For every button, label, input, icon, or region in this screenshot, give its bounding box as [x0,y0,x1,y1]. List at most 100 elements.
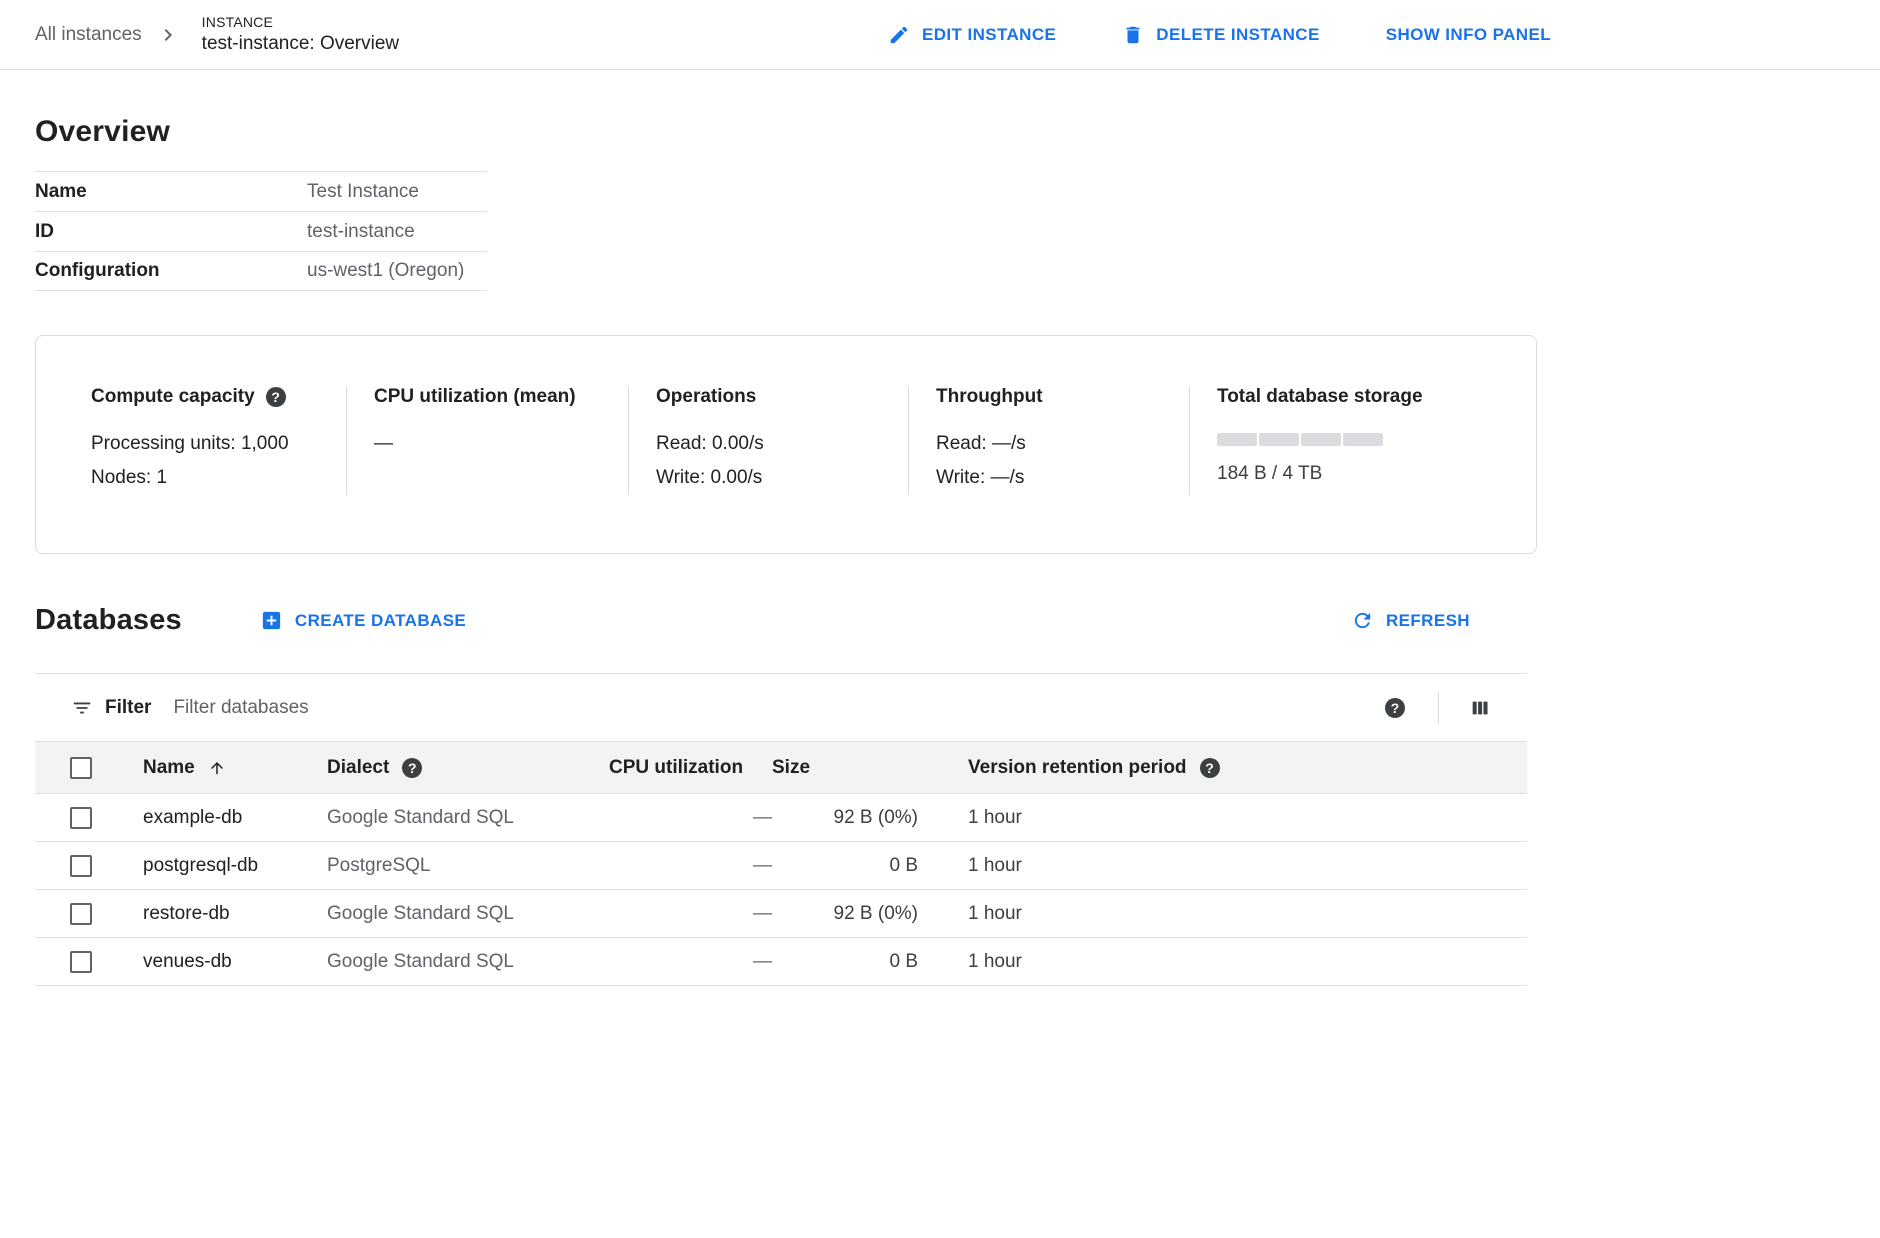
database-cpu: — [609,842,772,890]
throughput-read-value: Read: —/s [936,427,1161,461]
metric-title-text: Total database storage [1217,386,1423,408]
header-actions: EDIT INSTANCE DELETE INSTANCE SHOW INFO … [888,24,1551,46]
table-row[interactable]: postgresql-db PostgreSQL — 0 B 1 hour [35,842,1527,890]
breadcrumb-all-instances-link[interactable]: All instances [35,24,142,46]
refresh-button[interactable]: REFRESH [1351,609,1470,632]
row-checkbox[interactable] [70,807,92,829]
database-cpu: — [609,938,772,986]
database-retention: 1 hour [918,938,1527,986]
page-header: All instances INSTANCE test-instance: Ov… [0,0,1880,70]
database-dialect: Google Standard SQL [309,938,609,986]
detail-label: Name [35,181,307,203]
refresh-label: REFRESH [1386,611,1470,631]
edit-instance-label: EDIT INSTANCE [922,25,1056,45]
database-cpu: — [609,794,772,842]
metric-values: Processing units: 1,000 Nodes: 1 [91,427,291,495]
detail-value: Test Instance [307,181,419,203]
metric-title-text: CPU utilization (mean) [374,386,576,408]
storage-bar-segment [1259,433,1299,446]
database-name-link[interactable]: postgresql-db [125,842,309,890]
refresh-icon [1351,609,1374,632]
table-header-row: Name Dialect ? CPU utilization [35,742,1527,794]
instance-details-table: Name Test Instance ID test-instance Conf… [35,171,487,291]
create-database-label: CREATE DATABASE [295,611,466,631]
database-name-link[interactable]: restore-db [125,890,309,938]
metric-title: Compute capacity ? [91,386,318,408]
chevron-right-icon [156,23,180,47]
database-retention: 1 hour [918,842,1527,890]
storage-usage-bar [1217,433,1508,446]
database-name-link[interactable]: example-db [125,794,309,842]
metrics-card: Compute capacity ? Processing units: 1,0… [35,335,1537,554]
detail-label: ID [35,221,307,243]
metric-values: Read: —/s Write: —/s [936,427,1161,495]
page-title-breadcrumb: test-instance: Overview [202,33,399,55]
delete-instance-button[interactable]: DELETE INSTANCE [1122,24,1319,46]
breadcrumb-current: INSTANCE test-instance: Overview [202,14,399,55]
breadcrumb: All instances INSTANCE test-instance: Ov… [35,14,399,55]
database-size: 92 B (0%) [772,794,918,842]
select-all-checkbox[interactable] [70,757,92,779]
column-header-size[interactable]: Size [772,757,810,778]
metric-compute-capacity: Compute capacity ? Processing units: 1,0… [91,386,346,495]
help-icon[interactable]: ? [1385,698,1405,718]
detail-label: Configuration [35,260,307,282]
row-checkbox[interactable] [70,951,92,973]
metric-title: Operations [656,386,880,408]
help-icon[interactable]: ? [402,758,422,778]
table-row[interactable]: restore-db Google Standard SQL — 92 B (0… [35,890,1527,938]
column-label: Version retention period [968,757,1187,779]
database-retention: 1 hour [918,890,1527,938]
metric-total-storage: Total database storage 184 B / 4 TB [1189,386,1536,495]
metric-values: — [374,427,600,461]
show-info-panel-button[interactable]: SHOW INFO PANEL [1386,25,1551,45]
databases-filter-bar: Filter ? [35,673,1527,741]
detail-row-id: ID test-instance [35,211,487,251]
help-icon[interactable]: ? [266,387,286,407]
metric-values: Read: 0.00/s Write: 0.00/s [656,427,880,495]
database-name-link[interactable]: venues-db [125,938,309,986]
overview-heading: Overview [35,115,1880,149]
metric-cpu-utilization: CPU utilization (mean) — [346,386,628,495]
column-header-dialect[interactable]: Dialect ? [327,757,422,779]
column-header-version-retention[interactable]: Version retention period ? [968,757,1220,779]
database-dialect: PostgreSQL [309,842,609,890]
show-info-panel-label: SHOW INFO PANEL [1386,25,1551,45]
metric-title: Total database storage [1217,386,1508,408]
edit-instance-button[interactable]: EDIT INSTANCE [888,24,1056,46]
column-label: Dialect [327,757,389,779]
filter-databases-input[interactable] [173,697,1385,719]
column-header-cpu-utilization[interactable]: CPU utilization [609,757,743,778]
operations-write-value: Write: 0.00/s [656,461,880,495]
metric-title: Throughput [936,386,1161,408]
database-size: 0 B [772,842,918,890]
column-label: Name [143,757,195,779]
column-display-options-icon[interactable] [1469,697,1491,719]
metric-throughput: Throughput Read: —/s Write: —/s [908,386,1189,495]
row-checkbox[interactable] [70,903,92,925]
database-retention: 1 hour [918,794,1527,842]
filter-icon [71,697,93,719]
filter-label: Filter [105,697,151,719]
trash-icon [1122,24,1144,46]
detail-row-name: Name Test Instance [35,171,487,211]
databases-heading: Databases [35,604,182,637]
sort-ascending-icon [208,759,226,777]
database-size: 0 B [772,938,918,986]
operations-read-value: Read: 0.00/s [656,427,880,461]
table-row[interactable]: venues-db Google Standard SQL — 0 B 1 ho… [35,938,1527,986]
database-dialect: Google Standard SQL [309,794,609,842]
metric-operations: Operations Read: 0.00/s Write: 0.00/s [628,386,908,495]
row-checkbox[interactable] [70,855,92,877]
databases-table: Name Dialect ? CPU utilization [35,741,1527,986]
create-database-button[interactable]: CREATE DATABASE [260,609,466,632]
instance-kicker: INSTANCE [202,14,399,30]
storage-bar-segment [1217,433,1257,446]
help-icon[interactable]: ? [1200,758,1220,778]
metric-title-text: Compute capacity [91,386,255,408]
column-header-name[interactable]: Name [143,757,226,779]
table-row[interactable]: example-db Google Standard SQL — 92 B (0… [35,794,1527,842]
pencil-icon [888,24,910,46]
throughput-write-value: Write: —/s [936,461,1161,495]
cpu-mean-value: — [374,427,600,461]
